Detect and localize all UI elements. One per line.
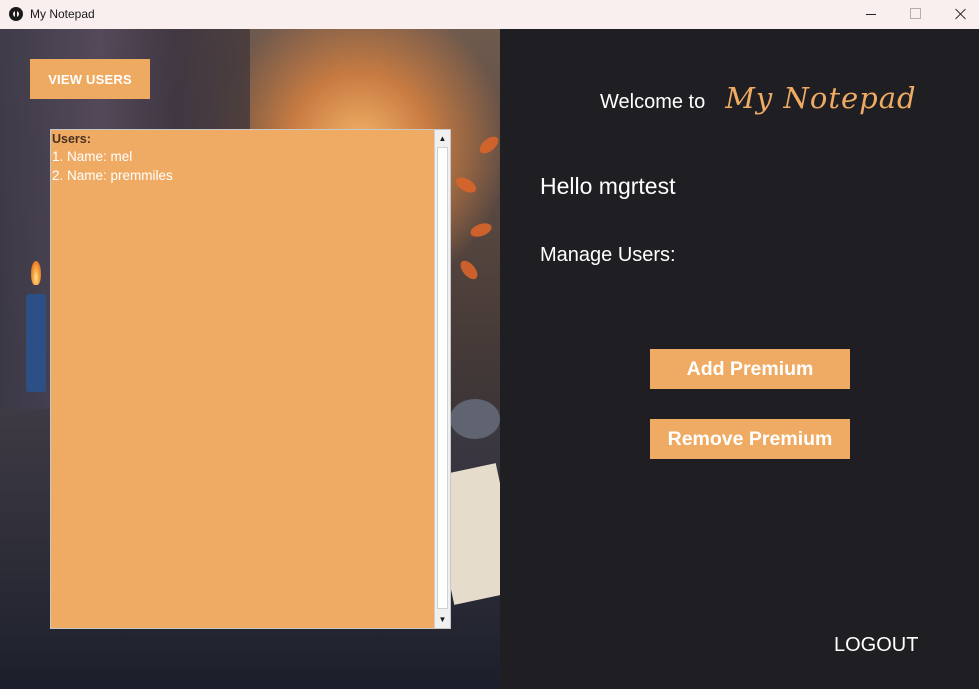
title-bar: My Notepad xyxy=(0,0,979,29)
list-item: 1. Name: mel xyxy=(52,149,133,164)
users-header: Users: xyxy=(52,132,91,146)
add-premium-button[interactable]: Add Premium xyxy=(650,349,850,389)
view-users-button[interactable]: VIEW USERS xyxy=(30,59,150,99)
logout-button[interactable]: LOGOUT xyxy=(834,634,918,657)
maximize-icon[interactable] xyxy=(892,0,938,29)
candle xyxy=(26,294,46,392)
right-panel: Welcome to My Notepad Hello mgrtest Mana… xyxy=(500,29,979,689)
candle-flame xyxy=(31,261,41,285)
list-item: 2. Name: premmiles xyxy=(52,168,173,183)
welcome-heading: Welcome to My Notepad xyxy=(600,81,917,115)
window-title: My Notepad xyxy=(30,7,95,21)
vertical-scrollbar[interactable]: ▲ ▼ xyxy=(434,130,450,628)
scroll-down-icon[interactable]: ▼ xyxy=(435,611,450,628)
remove-premium-button[interactable]: Remove Premium xyxy=(650,419,850,459)
close-icon[interactable] xyxy=(938,0,979,29)
app-icon xyxy=(9,7,23,21)
greeting-text: Hello mgrtest xyxy=(540,173,676,199)
users-list: Users: 1. Name: mel 2. Name: premmiles xyxy=(52,131,433,627)
bowl xyxy=(450,399,500,439)
scroll-up-icon[interactable]: ▲ xyxy=(435,130,450,147)
minimize-icon[interactable] xyxy=(848,0,894,29)
welcome-text: Welcome to xyxy=(600,91,706,113)
users-textarea[interactable]: Users: 1. Name: mel 2. Name: premmiles ▲… xyxy=(50,129,451,629)
scroll-thumb[interactable] xyxy=(437,147,448,609)
brand-logo-text: My Notepad xyxy=(725,81,917,115)
manage-users-label: Manage Users: xyxy=(540,244,676,266)
